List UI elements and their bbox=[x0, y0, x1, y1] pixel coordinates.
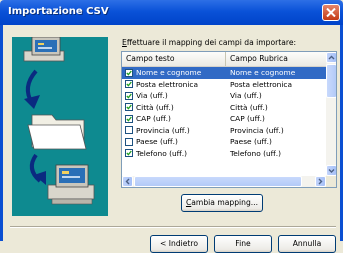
down-arrow-icon bbox=[24, 69, 40, 109]
table-row[interactable]: Nome e cognome Nome e cognome bbox=[122, 67, 327, 79]
text-field-cell: CAP (uff.) bbox=[136, 114, 171, 123]
row-checkbox[interactable] bbox=[125, 137, 133, 146]
destination-computer-icon bbox=[47, 164, 95, 205]
text-field-cell: Posta elettronica bbox=[136, 79, 199, 89]
wizard-illustration bbox=[12, 36, 108, 216]
checkmark-icon bbox=[126, 104, 132, 110]
finish-button[interactable]: Fine bbox=[214, 235, 272, 253]
vertical-scroll-thumb[interactable] bbox=[326, 64, 336, 98]
horizontal-scrollbar[interactable] bbox=[122, 176, 326, 187]
text-field-cell: Nome e cognome bbox=[136, 68, 202, 77]
cancel-button[interactable]: Annulla bbox=[278, 235, 336, 253]
change-mapping-button[interactable]: Cambia mapping... bbox=[181, 194, 263, 212]
window-border-left bbox=[0, 25, 3, 241]
chevron-left-icon bbox=[125, 178, 130, 185]
table-row[interactable]: Posta elettronica Posta elettronica bbox=[122, 79, 327, 91]
row-checkbox[interactable] bbox=[125, 126, 133, 134]
chevron-right-icon bbox=[318, 178, 323, 185]
row-checkbox[interactable] bbox=[125, 80, 133, 88]
scroll-right-button[interactable] bbox=[315, 176, 326, 187]
address-book-field-cell: Città (uff.) bbox=[230, 102, 268, 112]
table-row[interactable]: Via (uff.) Via (uff.) bbox=[122, 90, 327, 102]
address-book-field-cell: Provincia (uff.) bbox=[230, 125, 284, 135]
scroll-up-button[interactable] bbox=[326, 52, 336, 63]
checkmark-icon bbox=[126, 70, 132, 76]
column-header-address-book-field[interactable]: Campo Rubrica bbox=[226, 52, 327, 66]
table-row[interactable]: CAP (uff.) CAP (uff.) bbox=[122, 113, 327, 125]
column-header-text-field[interactable]: Campo testo bbox=[122, 52, 226, 66]
chevron-down-icon bbox=[328, 169, 335, 173]
down-arrow-icon bbox=[29, 153, 46, 185]
row-checkbox[interactable] bbox=[125, 149, 133, 157]
row-checkbox[interactable] bbox=[125, 103, 133, 111]
text-field-cell: Città (uff.) bbox=[136, 102, 174, 112]
checkmark-icon bbox=[126, 93, 132, 99]
mapping-instruction-label: Effettuare il mapping dei campi da impor… bbox=[122, 38, 296, 47]
address-book-field-cell: Posta elettronica bbox=[230, 79, 293, 89]
address-book-field-cell: Paese (uff.) bbox=[230, 137, 272, 146]
text-field-cell: Paese (uff.) bbox=[136, 137, 178, 146]
table-row[interactable]: Provincia (uff.) Provincia (uff.) bbox=[122, 125, 327, 137]
title-bar[interactable]: Importazione CSV bbox=[0, 0, 343, 25]
table-row[interactable]: Paese (uff.) Paese (uff.) bbox=[122, 136, 327, 148]
table-row[interactable]: Telefono (uff.) Telefono (uff.) bbox=[122, 148, 327, 160]
row-checkbox[interactable] bbox=[125, 91, 133, 100]
address-book-field-cell: Telefono (uff.) bbox=[230, 148, 281, 158]
back-button[interactable]: < Indietro bbox=[150, 235, 208, 253]
checkmark-icon bbox=[126, 116, 132, 122]
change-mapping-label: ambia mapping... bbox=[191, 198, 259, 207]
text-field-cell: Via (uff.) bbox=[136, 91, 168, 100]
folder-icon bbox=[27, 114, 87, 150]
close-button[interactable] bbox=[322, 4, 340, 21]
window-title: Importazione CSV bbox=[8, 6, 109, 17]
checkmark-icon bbox=[126, 150, 132, 156]
close-icon bbox=[326, 8, 336, 17]
scrollbar-corner bbox=[326, 176, 336, 187]
scroll-down-button[interactable] bbox=[326, 165, 336, 176]
row-checkbox[interactable] bbox=[125, 68, 133, 77]
list-rows: Nome e cognome Nome e cognome Posta elettr… bbox=[122, 67, 327, 159]
table-row[interactable]: Città (uff.) Città (uff.) bbox=[122, 102, 327, 114]
source-computer-icon bbox=[23, 36, 65, 62]
address-book-field-cell: Via (uff.) bbox=[230, 91, 262, 100]
horizontal-scroll-thumb[interactable] bbox=[134, 176, 302, 187]
field-mapping-list[interactable]: Campo testo Campo Rubrica Nome e cognome… bbox=[121, 51, 337, 188]
address-book-field-cell: Nome e cognome bbox=[230, 68, 296, 77]
checkmark-icon bbox=[126, 81, 132, 87]
dialog-divider bbox=[10, 226, 336, 228]
address-book-field-cell: CAP (uff.) bbox=[230, 114, 265, 123]
scroll-left-button[interactable] bbox=[122, 176, 133, 187]
chevron-up-icon bbox=[328, 55, 335, 60]
text-field-cell: Provincia (uff.) bbox=[136, 125, 190, 135]
vertical-scrollbar[interactable] bbox=[326, 52, 336, 176]
import-csv-dialog: Importazione CSV Effettuare il mapping d… bbox=[0, 0, 343, 253]
text-field-cell: Telefono (uff.) bbox=[136, 148, 187, 158]
row-checkbox[interactable] bbox=[125, 114, 133, 123]
instruction-text: ffettuare il mapping dei campi da import… bbox=[126, 38, 297, 47]
list-header: Campo testo Campo Rubrica bbox=[122, 52, 327, 67]
